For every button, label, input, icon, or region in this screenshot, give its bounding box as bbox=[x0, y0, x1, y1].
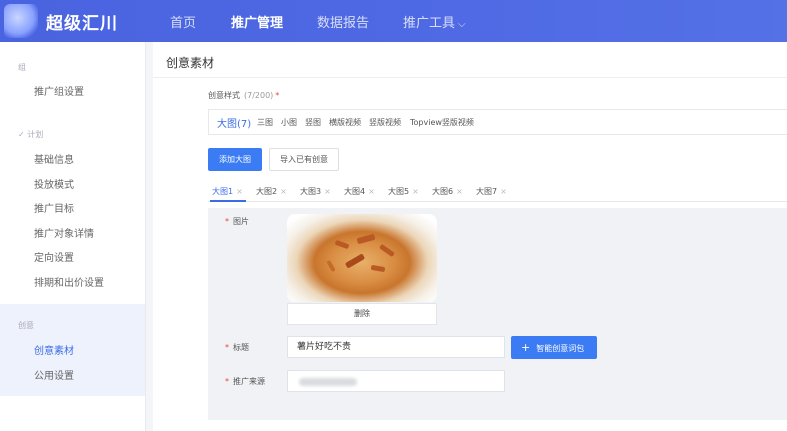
sidebar-item-targeting[interactable]: 定向设置 bbox=[34, 249, 74, 264]
page-title: 创意素材 bbox=[166, 56, 215, 70]
sidebar: 组 推广组设置 ✓ 计划 基础信息 投放模式 推广目标 推广对象详情 定向设置 … bbox=[0, 42, 146, 431]
source-label-text: 推广来源 bbox=[233, 377, 265, 386]
image-detail bbox=[370, 264, 386, 273]
creative-type-vertical-video[interactable]: 竖版视频 bbox=[369, 117, 401, 128]
creative-style-count: (7/200) bbox=[244, 91, 274, 100]
title-field-label: * 标题 bbox=[225, 342, 249, 353]
tab-label: 大图1 bbox=[212, 187, 234, 196]
tab-large-image-7[interactable]: 大图7 × bbox=[476, 186, 507, 197]
nav-data-report[interactable]: 数据报告 bbox=[317, 12, 369, 31]
required-mark: * bbox=[225, 377, 229, 386]
word-pack-label: 智能创意词包 bbox=[536, 344, 585, 353]
sidebar-item-adgroup-settings[interactable]: 推广组设置 bbox=[34, 83, 84, 98]
tab-label: 大图5 bbox=[388, 187, 410, 196]
nav-promotion-management[interactable]: 推广管理 bbox=[231, 12, 283, 31]
close-icon[interactable]: × bbox=[236, 187, 243, 196]
image-label-text: 图片 bbox=[233, 217, 249, 226]
tab-large-image-1[interactable]: 大图1 × bbox=[212, 186, 243, 197]
creative-style-label: 创意样式 (7/200) * bbox=[208, 90, 279, 101]
close-icon[interactable]: × bbox=[280, 187, 287, 196]
tab-large-image-5[interactable]: 大图5 × bbox=[388, 186, 419, 197]
title-input[interactable]: 薯片好吃不贵 bbox=[287, 336, 505, 358]
sidebar-group-creative: 创意 bbox=[18, 321, 34, 330]
top-nav-bar: 超级汇川 首页 推广管理 数据报告 推广工具 ⌵ bbox=[0, 0, 787, 42]
insert-word-pack-button[interactable]: + 智能创意词包 bbox=[511, 336, 597, 359]
title-label-text: 标题 bbox=[233, 343, 249, 352]
creative-style-label-text: 创意样式 bbox=[208, 91, 240, 100]
required-mark: * bbox=[225, 217, 229, 226]
tab-label: 大图3 bbox=[300, 187, 322, 196]
import-creative-button[interactable]: 导入已有创意 bbox=[269, 148, 339, 171]
sidebar-item-promotion-goal[interactable]: 推广目标 bbox=[34, 200, 74, 215]
tab-label: 大图2 bbox=[256, 187, 278, 196]
tab-large-image-4[interactable]: 大图4 × bbox=[344, 186, 375, 197]
close-icon[interactable]: × bbox=[412, 187, 419, 196]
tab-label: 大图6 bbox=[432, 187, 454, 196]
sidebar-item-schedule-bid[interactable]: 排期和出价设置 bbox=[34, 274, 104, 289]
redacted-value bbox=[299, 378, 357, 386]
creative-type-small-image[interactable]: 小图 bbox=[281, 117, 297, 128]
main-content: 创意素材 创意样式 (7/200) * 大图(7) 三图 小图 竖图 横版视频 竖版… bbox=[153, 42, 787, 431]
sidebar-item-delivery-mode[interactable]: 投放模式 bbox=[34, 176, 74, 191]
image-detail bbox=[379, 243, 395, 258]
tab-large-image-6[interactable]: 大图6 × bbox=[432, 186, 463, 197]
creative-image-preview bbox=[287, 214, 437, 302]
image-detail bbox=[356, 233, 376, 245]
close-icon[interactable]: × bbox=[500, 187, 507, 196]
nav-promotion-tools[interactable]: 推广工具 ⌵ bbox=[403, 12, 466, 31]
nav-home[interactable]: 首页 bbox=[170, 12, 196, 31]
divider bbox=[153, 77, 787, 78]
sidebar-group-adgroup: 组 bbox=[18, 63, 26, 72]
chevron-down-icon: ⌵ bbox=[458, 19, 466, 30]
creative-type-vertical-image[interactable]: 竖图 bbox=[305, 117, 321, 128]
source-field-label: * 推广来源 bbox=[225, 376, 265, 387]
close-icon[interactable]: × bbox=[456, 187, 463, 196]
image-field-label: * 图片 bbox=[225, 216, 249, 227]
tab-label: 大图7 bbox=[476, 187, 498, 196]
sidebar-item-common-settings[interactable]: 公用设置 bbox=[34, 367, 74, 382]
tab-large-image-3[interactable]: 大图3 × bbox=[300, 186, 331, 197]
creative-type-selector: 大图(7) 三图 小图 竖图 横版视频 竖版视频 Topview竖版视频 bbox=[208, 109, 787, 135]
sidebar-item-creative-material[interactable]: 创意素材 bbox=[34, 342, 74, 357]
brand-logo-icon bbox=[4, 4, 38, 38]
active-tab-indicator bbox=[210, 200, 246, 202]
creative-type-horizontal-video[interactable]: 横版视频 bbox=[329, 117, 361, 128]
brand-name: 超级汇川 bbox=[46, 14, 118, 34]
image-detail bbox=[334, 239, 350, 250]
delete-image-button[interactable]: 删除 bbox=[287, 303, 437, 325]
add-large-image-button[interactable]: 添加大图 bbox=[208, 148, 262, 171]
creative-type-topview-video[interactable]: Topview竖版视频 bbox=[410, 117, 474, 128]
sidebar-group-plan: ✓ 计划 bbox=[18, 130, 44, 139]
creative-tabs: 大图1 × 大图2 × 大图3 × 大图4 × 大图5 × 大图6 × 大图7 × bbox=[208, 180, 787, 202]
nav-promotion-tools-label: 推广工具 bbox=[403, 16, 456, 31]
promotion-source-input[interactable] bbox=[287, 370, 505, 392]
required-mark: * bbox=[225, 343, 229, 352]
creative-type-large-image[interactable]: 大图(7) bbox=[217, 115, 251, 130]
plus-icon: + bbox=[521, 341, 531, 354]
tab-large-image-2[interactable]: 大图2 × bbox=[256, 186, 287, 197]
sidebar-item-promotion-object-details[interactable]: 推广对象详情 bbox=[34, 225, 94, 240]
image-detail bbox=[326, 259, 336, 273]
image-detail bbox=[344, 253, 366, 269]
required-mark: * bbox=[275, 91, 280, 100]
creative-type-three-images[interactable]: 三图 bbox=[257, 117, 273, 128]
sidebar-item-basic-info[interactable]: 基础信息 bbox=[34, 151, 74, 166]
close-icon[interactable]: × bbox=[368, 187, 375, 196]
close-icon[interactable]: × bbox=[324, 187, 331, 196]
tab-label: 大图4 bbox=[344, 187, 366, 196]
